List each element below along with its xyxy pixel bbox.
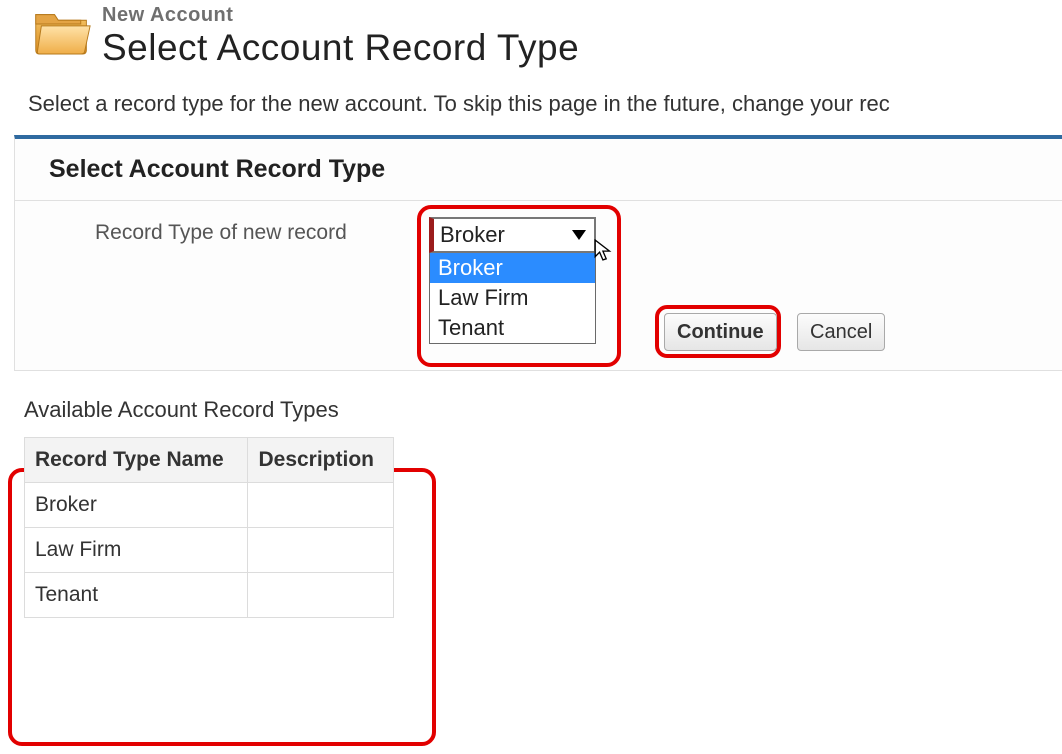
folder-icon — [32, 4, 92, 59]
cell-name: Law Firm — [25, 528, 248, 573]
record-type-select-value: Broker — [440, 222, 505, 248]
cell-description — [248, 528, 394, 573]
cell-description — [248, 573, 394, 618]
chevron-down-icon — [572, 230, 586, 240]
table-row: Tenant — [25, 573, 394, 618]
select-record-type-panel: Select Account Record Type Record Type o… — [14, 135, 1062, 371]
available-record-types-title: Available Account Record Types — [24, 397, 428, 423]
page-eyebrow: New Account — [102, 4, 579, 27]
col-record-type-name: Record Type Name — [25, 438, 248, 483]
table-row: Law Firm — [25, 528, 394, 573]
cell-name: Tenant — [25, 573, 248, 618]
cursor-icon — [593, 239, 615, 261]
record-type-select[interactable]: Broker — [429, 217, 596, 253]
available-record-types-table: Record Type Name Description Broker Law … — [24, 437, 394, 618]
record-type-label: Record Type of new record — [95, 221, 347, 245]
option-tenant[interactable]: Tenant — [430, 313, 595, 343]
col-description: Description — [248, 438, 394, 483]
page-title: Select Account Record Type — [102, 27, 579, 69]
intro-text: Select a record type for the new account… — [28, 91, 1062, 117]
cancel-button[interactable]: Cancel — [797, 313, 885, 351]
page-header: New Account Select Account Record Type — [0, 0, 1062, 69]
cell-name: Broker — [25, 483, 248, 528]
available-record-types-section: Available Account Record Types Record Ty… — [14, 387, 434, 624]
table-row: Broker — [25, 483, 394, 528]
option-broker[interactable]: Broker — [430, 253, 595, 283]
option-law-firm[interactable]: Law Firm — [430, 283, 595, 313]
panel-title: Select Account Record Type — [15, 139, 1062, 201]
cell-description — [248, 483, 394, 528]
record-type-dropdown: Broker Law Firm Tenant — [429, 253, 596, 344]
record-type-form-row: Record Type of new record Broker Broker … — [15, 201, 1062, 371]
continue-button[interactable]: Continue — [664, 313, 777, 351]
